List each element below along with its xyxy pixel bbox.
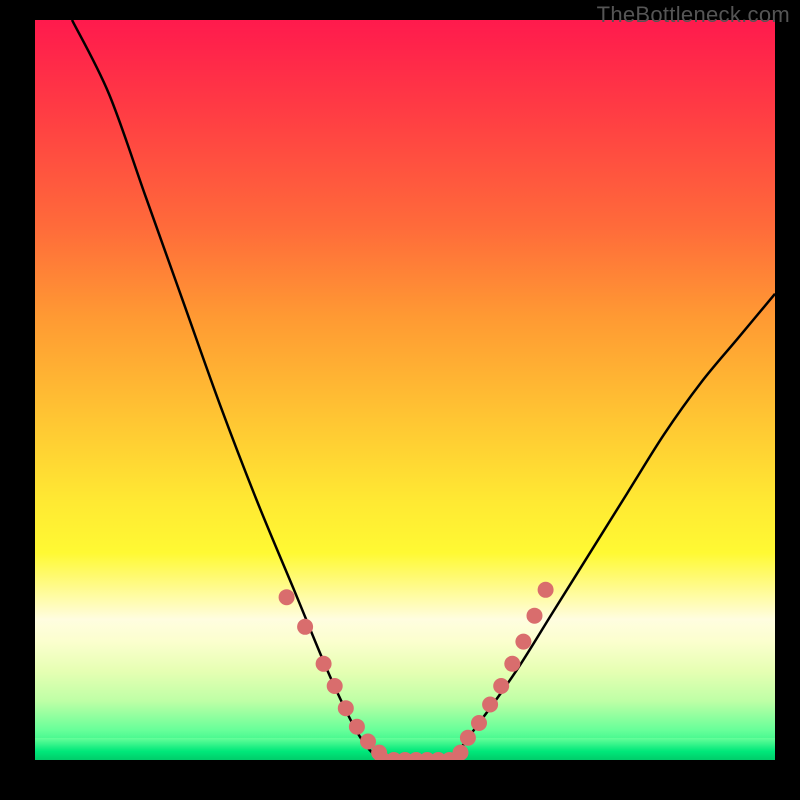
data-marker xyxy=(297,619,313,635)
data-marker xyxy=(327,678,343,694)
data-marker xyxy=(538,582,554,598)
data-marker xyxy=(460,730,476,746)
data-marker xyxy=(504,656,520,672)
bottleneck-curve xyxy=(72,20,775,760)
data-marker xyxy=(527,608,543,624)
chart-frame: TheBottleneck.com xyxy=(0,0,800,800)
marker-group xyxy=(279,582,554,760)
plot-area xyxy=(35,20,775,760)
data-marker xyxy=(279,589,295,605)
data-marker xyxy=(493,678,509,694)
data-marker xyxy=(515,634,531,650)
curve-group xyxy=(72,20,775,760)
data-marker xyxy=(338,700,354,716)
watermark-text: TheBottleneck.com xyxy=(597,2,790,28)
data-marker xyxy=(316,656,332,672)
curve-svg xyxy=(35,20,775,760)
data-marker xyxy=(482,697,498,713)
data-marker xyxy=(471,715,487,731)
data-marker xyxy=(349,719,365,735)
data-marker xyxy=(453,745,469,760)
